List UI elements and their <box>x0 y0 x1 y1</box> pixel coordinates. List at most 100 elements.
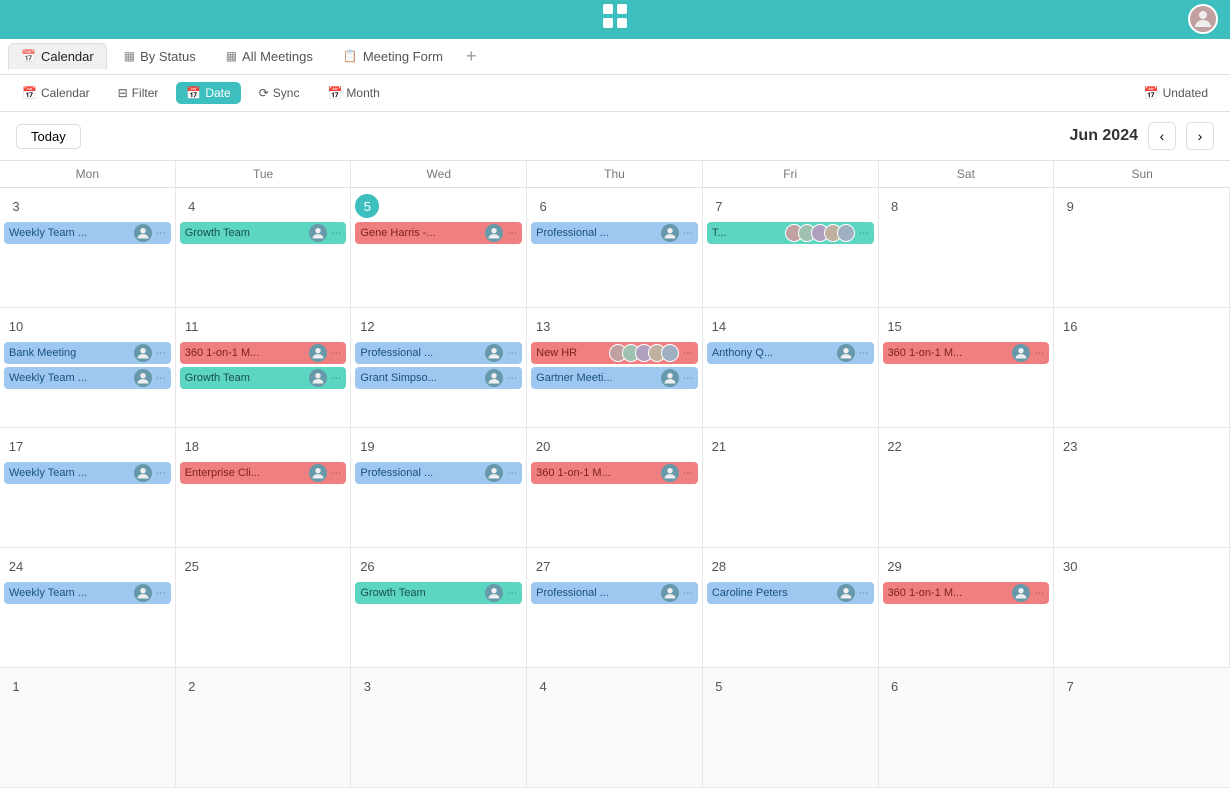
calendar-event[interactable]: 360 1-on-1 M...⋯ <box>180 342 347 364</box>
calendar-cell[interactable]: 22+ <box>879 428 1055 548</box>
event-dots-button[interactable]: ⋯ <box>156 588 166 599</box>
event-dots-button[interactable]: ⋯ <box>156 348 166 359</box>
calendar-cell[interactable]: 7+T...⋯ <box>703 188 879 308</box>
calendar-event[interactable]: Weekly Team ...⋯ <box>4 582 171 604</box>
event-dots-button[interactable]: ⋯ <box>859 348 869 359</box>
calendar-cell[interactable]: 30+ <box>1054 548 1230 668</box>
event-dots-button[interactable]: ⋯ <box>507 373 517 384</box>
calendar-cell[interactable]: 28+Caroline Peters⋯ <box>703 548 879 668</box>
calendar-cell[interactable]: 26+Growth Team⋯ <box>351 548 527 668</box>
calendar-event[interactable]: Bank Meeting⋯ <box>4 342 171 364</box>
event-dots-button[interactable]: ⋯ <box>156 228 166 239</box>
calendar-cell[interactable]: 6+ <box>879 668 1055 788</box>
calendar-cell[interactable]: 13+New HR⋯Gartner Meeti...⋯ <box>527 308 703 428</box>
event-dots-button[interactable]: ⋯ <box>859 588 869 599</box>
event-dots-button[interactable]: ⋯ <box>683 373 693 384</box>
event-dots-button[interactable]: ⋯ <box>507 588 517 599</box>
calendar-cell[interactable]: 11+360 1-on-1 M...⋯Growth Team⋯ <box>176 308 352 428</box>
cell-date: 8 <box>883 194 907 218</box>
filter-button[interactable]: ⊟ Filter <box>108 82 169 104</box>
tab-by-status[interactable]: ▦ By Status <box>111 43 209 70</box>
calendar-cell[interactable]: 27+Professional ...⋯ <box>527 548 703 668</box>
calendar-event[interactable]: Growth Team⋯ <box>180 222 347 244</box>
calendar-cell[interactable]: 23+ <box>1054 428 1230 548</box>
month-button[interactable]: 📅 Month <box>317 82 389 104</box>
event-dots-button[interactable]: ⋯ <box>156 468 166 479</box>
calendar-cell[interactable]: 7+ <box>1054 668 1230 788</box>
user-avatar[interactable] <box>1188 4 1218 34</box>
calendar-cell[interactable]: 15+360 1-on-1 M...⋯ <box>879 308 1055 428</box>
calendar-event[interactable]: Gene Harris -...⋯ <box>355 222 522 244</box>
tab-all-meetings[interactable]: ▦ All Meetings <box>213 43 326 70</box>
calendar-cell[interactable]: 8+ <box>879 188 1055 308</box>
calendar-cell[interactable]: 18+Enterprise Cli...⋯ <box>176 428 352 548</box>
calendar-event[interactable]: Growth Team⋯ <box>355 582 522 604</box>
event-dots-button[interactable]: ⋯ <box>331 468 341 479</box>
calendar-event[interactable]: Caroline Peters⋯ <box>707 582 874 604</box>
event-dots-button[interactable]: ⋯ <box>683 348 693 359</box>
calendar-cell[interactable]: 20+360 1-on-1 M...⋯ <box>527 428 703 548</box>
today-button[interactable]: Today <box>16 124 81 149</box>
next-month-button[interactable]: › <box>1186 122 1214 150</box>
add-tab-button[interactable]: + <box>460 46 483 67</box>
event-dots-button[interactable]: ⋯ <box>1034 348 1044 359</box>
event-dots-button[interactable]: ⋯ <box>507 468 517 479</box>
calendar-event[interactable]: Enterprise Cli...⋯ <box>180 462 347 484</box>
event-dots-button[interactable]: ⋯ <box>331 373 341 384</box>
prev-month-button[interactable]: ‹ <box>1148 122 1176 150</box>
calendar-event[interactable]: Professional ...⋯ <box>531 582 698 604</box>
event-dots-button[interactable]: ⋯ <box>683 588 693 599</box>
calendar-view-button[interactable]: 📅 Calendar <box>12 82 100 104</box>
calendar-cell[interactable]: 1+ <box>0 668 176 788</box>
calendar-event[interactable]: Weekly Team ...⋯ <box>4 462 171 484</box>
calendar-event[interactable]: 360 1-on-1 M...⋯ <box>883 342 1050 364</box>
calendar-event[interactable]: 360 1-on-1 M...⋯ <box>531 462 698 484</box>
calendar-cell[interactable]: 14+Anthony Q...⋯ <box>703 308 879 428</box>
tab-meeting-form[interactable]: 📋 Meeting Form <box>330 43 456 70</box>
cell-date: 6 <box>531 194 555 218</box>
calendar-event[interactable]: Professional ...⋯ <box>355 342 522 364</box>
calendar-cell[interactable]: 5+Gene Harris -...⋯ <box>351 188 527 308</box>
calendar-cell[interactable]: 19+Professional ...⋯ <box>351 428 527 548</box>
undated-button[interactable]: 📅 Undated <box>1134 82 1218 104</box>
calendar-cell[interactable]: 3+ <box>351 668 527 788</box>
calendar-event[interactable]: Weekly Team ...⋯ <box>4 222 171 244</box>
event-dots-button[interactable]: ⋯ <box>507 348 517 359</box>
calendar-cell[interactable]: 24+Weekly Team ...⋯ <box>0 548 176 668</box>
calendar-event[interactable]: New HR⋯ <box>531 342 698 364</box>
event-dots-button[interactable]: ⋯ <box>859 228 869 239</box>
calendar-cell[interactable]: 16+ <box>1054 308 1230 428</box>
calendar-cell[interactable]: 3+Weekly Team ...⋯ <box>0 188 176 308</box>
calendar-cell[interactable]: 21+ <box>703 428 879 548</box>
calendar-cell[interactable]: 25+ <box>176 548 352 668</box>
event-dots-button[interactable]: ⋯ <box>683 468 693 479</box>
calendar-cell[interactable]: 4+Growth Team⋯ <box>176 188 352 308</box>
calendar-event[interactable]: Growth Team⋯ <box>180 367 347 389</box>
calendar-cell[interactable]: 4+ <box>527 668 703 788</box>
event-dots-button[interactable]: ⋯ <box>1034 588 1044 599</box>
sync-button[interactable]: ⟳ Sync <box>249 82 310 104</box>
calendar-event[interactable]: Professional ...⋯ <box>531 222 698 244</box>
event-dots-button[interactable]: ⋯ <box>507 228 517 239</box>
calendar-cell[interactable]: 12+Professional ...⋯Grant Simpso...⋯ <box>351 308 527 428</box>
calendar-cell[interactable]: 29+360 1-on-1 M...⋯ <box>879 548 1055 668</box>
calendar-cell[interactable]: 5+ <box>703 668 879 788</box>
calendar-event[interactable]: T...⋯ <box>707 222 874 244</box>
calendar-event[interactable]: Anthony Q...⋯ <box>707 342 874 364</box>
date-button[interactable]: 📅 Date <box>176 82 240 104</box>
event-dots-button[interactable]: ⋯ <box>156 373 166 384</box>
calendar-cell[interactable]: 6+Professional ...⋯ <box>527 188 703 308</box>
calendar-cell[interactable]: 17+Weekly Team ...⋯ <box>0 428 176 548</box>
event-dots-button[interactable]: ⋯ <box>331 228 341 239</box>
calendar-event[interactable]: Gartner Meeti...⋯ <box>531 367 698 389</box>
calendar-event[interactable]: 360 1-on-1 M...⋯ <box>883 582 1050 604</box>
event-dots-button[interactable]: ⋯ <box>331 348 341 359</box>
event-dots-button[interactable]: ⋯ <box>683 228 693 239</box>
calendar-event[interactable]: Weekly Team ...⋯ <box>4 367 171 389</box>
calendar-cell[interactable]: 10+Bank Meeting⋯Weekly Team ...⋯ <box>0 308 176 428</box>
calendar-event[interactable]: Grant Simpso...⋯ <box>355 367 522 389</box>
tab-calendar[interactable]: 📅 Calendar <box>8 43 107 70</box>
calendar-cell[interactable]: 9+ <box>1054 188 1230 308</box>
calendar-event[interactable]: Professional ...⋯ <box>355 462 522 484</box>
calendar-cell[interactable]: 2+ <box>176 668 352 788</box>
